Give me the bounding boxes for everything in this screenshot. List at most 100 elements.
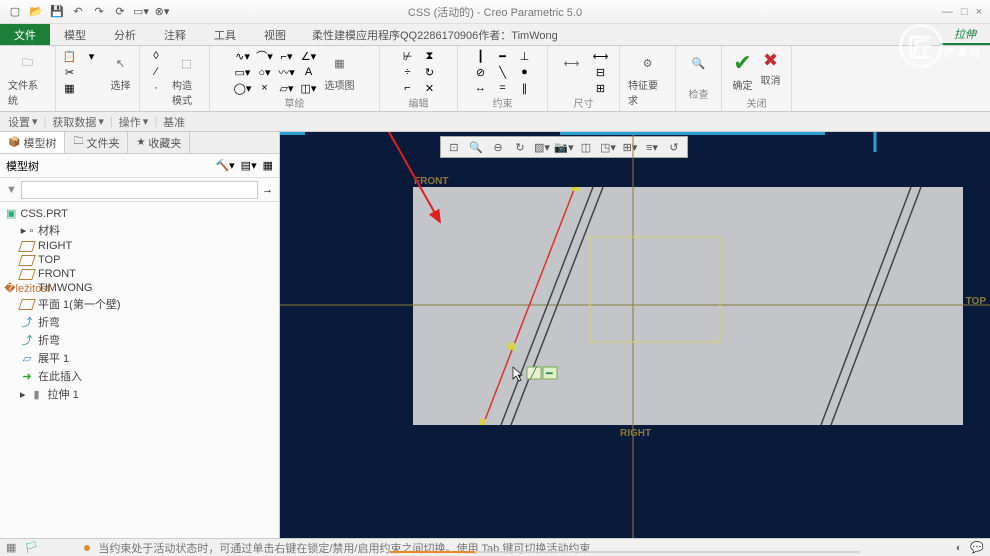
menu-bar: 文件 模型 分析 注释 工具 视图 柔性建模应用程序QQ2286170906作者… [0, 24, 990, 46]
feature-req-button[interactable]: ⚙特征要求 [626, 48, 669, 109]
horiz-icon[interactable]: ━ [493, 48, 513, 64]
status-geom-icon[interactable]: ◐ [956, 542, 963, 554]
tab-file[interactable]: 文件 [0, 24, 50, 45]
maximize-icon[interactable]: □ [961, 6, 968, 18]
options-button[interactable]: ▦选项图 [323, 48, 357, 94]
fillet-icon[interactable]: ⌐▾ [277, 48, 297, 64]
ok-button[interactable]: ✔确定 [731, 48, 755, 94]
spline-icon[interactable]: 〰▾ [277, 64, 297, 80]
chamfer-icon[interactable]: ∠▾ [299, 48, 319, 64]
redo-icon[interactable]: ↷ [90, 3, 108, 21]
copy-icon[interactable]: 📋 [60, 48, 80, 64]
select-button[interactable]: ↖选择 [106, 48, 136, 94]
divide-icon[interactable]: ÷ [398, 64, 418, 80]
dim-group-label: 尺寸 [548, 95, 619, 110]
rotate-icon[interactable]: ↻ [420, 64, 440, 80]
getdata-dropdown[interactable]: 获取数据 ▾ [52, 114, 104, 130]
construction-button[interactable]: ⬚构造模式 [170, 48, 203, 109]
windows-icon[interactable]: ▭▾ [132, 3, 150, 21]
ops-dropdown[interactable]: 操作 ▾ [119, 114, 149, 130]
svg-text:━: ━ [545, 368, 553, 380]
minimize-icon[interactable]: — [942, 6, 953, 18]
sidetab-files[interactable]: 🗀 文件夹 [65, 132, 128, 153]
dim1-icon[interactable]: ⟷ [591, 48, 611, 64]
base-dropdown[interactable]: 基准 [163, 114, 185, 130]
tree-item[interactable]: 平面 1(第一个壁) [0, 295, 279, 313]
filter-go-icon[interactable]: → [262, 184, 273, 196]
status-msg-icon[interactable]: 💬 [970, 541, 984, 554]
filesystem-button[interactable]: 🗀文件系统 [6, 48, 49, 109]
tree-item[interactable]: ⤴折弯 [0, 313, 279, 331]
cancel-button[interactable]: ✖取消 [759, 48, 783, 89]
tree-item[interactable]: TOP [0, 253, 279, 267]
dimension-button[interactable]: ⟷ [557, 48, 587, 78]
parallel-icon[interactable]: ∥ [515, 80, 535, 96]
vert-icon[interactable]: ┃ [471, 48, 491, 64]
equal-icon[interactable]: = [493, 80, 513, 96]
arc-icon[interactable]: ⌒▾ [255, 48, 275, 64]
ellipse-icon[interactable]: ◯▾ [233, 80, 253, 96]
dim3-icon[interactable]: ⊞ [591, 80, 611, 96]
undo-icon[interactable]: ↶ [69, 3, 87, 21]
datum-point-icon[interactable]: · [146, 80, 166, 96]
tab-analysis[interactable]: 分析 [100, 24, 150, 45]
settings-dropdown[interactable]: 设置 ▾ [8, 114, 38, 130]
tree-item[interactable]: ⤴折弯 [0, 331, 279, 349]
datum-axis-icon[interactable]: ∕ [146, 64, 166, 80]
graphics-canvas[interactable]: ⊡ 🔍 ⊖ ↻ ▨▾ 📷▾ ◫ ◳▾ ⊞▾ ≡▾ ↺ [280, 132, 990, 538]
datum-plane-icon[interactable]: ◊ [146, 48, 166, 64]
open-icon[interactable]: 📂 [27, 3, 45, 21]
trim-icon[interactable]: ⊬ [398, 48, 418, 64]
sidetab-modeltree[interactable]: 📦 模型树 [0, 132, 65, 153]
menu-extension-text: 柔性建模应用程序QQ2286170906作者：TimWong [304, 24, 566, 45]
tree-item[interactable]: RIGHT [0, 239, 279, 253]
point-icon[interactable]: × [255, 80, 275, 96]
dim2-icon[interactable]: ⊟ [591, 64, 611, 80]
tab-tools[interactable]: 工具 [200, 24, 250, 45]
perp-icon[interactable]: ⊥ [515, 48, 535, 64]
sym-icon[interactable]: ↔ [471, 80, 491, 96]
tab-view[interactable]: 视图 [250, 24, 300, 45]
circle-icon[interactable]: ○▾ [255, 64, 275, 80]
save-icon[interactable]: 💾 [48, 3, 66, 21]
tree-filter-icon[interactable]: ▦ [263, 159, 273, 172]
text-icon[interactable]: A [299, 64, 319, 80]
status-icon2[interactable]: 🏳 [24, 541, 38, 554]
corner-icon[interactable]: ⌐ [398, 80, 418, 96]
offset-icon[interactable]: ▱▾ [277, 80, 297, 96]
tree-item[interactable]: ▸ ▫材料 [0, 221, 279, 239]
palette-icon[interactable]: ◫▾ [299, 80, 319, 96]
mid-icon[interactable]: ╲ [493, 64, 513, 80]
window-title: CSS (活动的) - Creo Parametric 5.0 [408, 4, 582, 20]
tree-item[interactable]: ➜在此插入 [0, 367, 279, 385]
tree-item[interactable]: ▸ ▮拉伸 1 [0, 385, 279, 403]
tree-item[interactable]: �ležitostTIMWONG [0, 281, 279, 295]
cut-icon[interactable]: ✂ [60, 64, 80, 80]
close-win-icon[interactable]: ⊗▾ [153, 3, 171, 21]
regen-icon[interactable]: ⟳ [111, 3, 129, 21]
clip-icon[interactable]: ▦ [60, 80, 80, 96]
tree-settings-icon[interactable]: ▤▾ [241, 159, 257, 172]
tab-sketch[interactable]: 拉伸 [940, 24, 990, 45]
new-icon[interactable]: ▢ [6, 3, 24, 21]
tab-model[interactable]: 模型 [50, 24, 100, 45]
filter-icon[interactable]: ▼ [6, 184, 17, 196]
mirror-icon[interactable]: ⧗ [420, 48, 440, 64]
tree-root[interactable]: ▣ CSS.PRT [0, 206, 279, 221]
inspect-button[interactable]: 🔍 [684, 48, 714, 78]
tangent-icon[interactable]: ⊘ [471, 64, 491, 80]
delete-seg-icon[interactable]: ✕ [420, 80, 440, 96]
close-icon[interactable]: × [976, 6, 982, 18]
paste-icon[interactable]: ▾ [82, 48, 102, 64]
tab-annotate[interactable]: 注释 [150, 24, 200, 45]
tree-item[interactable]: ▱展平 1 [0, 349, 279, 367]
tree-item[interactable]: FRONT [0, 267, 279, 281]
filter-input[interactable] [21, 181, 258, 199]
coinc-icon[interactable]: ● [515, 64, 535, 80]
tree-tool-icon[interactable]: 🔨▾ [215, 159, 234, 172]
video-progress[interactable] [390, 551, 860, 553]
rect-icon[interactable]: ▭▾ [233, 64, 253, 80]
status-icon1[interactable]: ▦ [6, 541, 16, 554]
sidetab-fav[interactable]: ★ 收藏夹 [128, 132, 190, 153]
line-icon[interactable]: ∿▾ [233, 48, 253, 64]
